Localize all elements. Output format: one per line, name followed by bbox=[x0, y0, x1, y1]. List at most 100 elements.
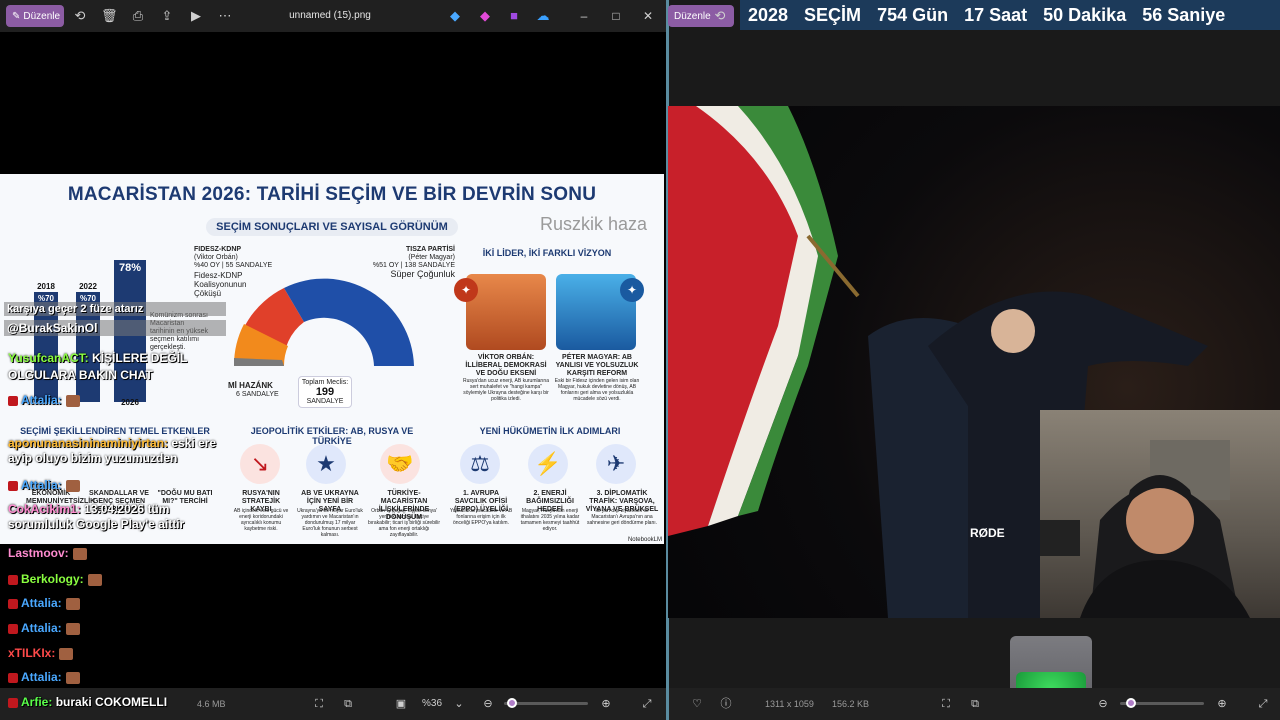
zoom-in-icon[interactable]: ⊕ bbox=[1215, 697, 1229, 711]
delete-icon[interactable]: 🗑 bbox=[101, 8, 118, 24]
orban-text: Rusya'dan ucuz enerji, AB kurumlarına se… bbox=[463, 378, 549, 402]
geopolitics-title: JEOPOLİTİK ETKİLER: AB, RUSYA VE TÜRKİYE bbox=[250, 426, 414, 446]
parliament-unit: SANDALYE bbox=[306, 398, 344, 405]
chat-message: Attalia: bbox=[8, 670, 80, 684]
step-text-1: Yolsuzlukla mücadele ve AB fonlarına eri… bbox=[449, 508, 513, 526]
emote-icon bbox=[72, 547, 87, 560]
emote-icon bbox=[65, 597, 80, 610]
edit-label: Düzenle bbox=[23, 10, 61, 22]
app-icon-1[interactable]: ◆ bbox=[447, 8, 463, 24]
compass-icon: ✦ bbox=[454, 278, 478, 302]
tisza-label: TISZA PARTİSİ bbox=[406, 246, 455, 253]
zoom-in-icon[interactable]: ⊕ bbox=[599, 697, 613, 711]
moderator-badge-icon bbox=[8, 623, 18, 634]
tisza-note: Süper Çoğunluk bbox=[390, 269, 455, 279]
slideshow-icon[interactable]: ▶ bbox=[188, 8, 204, 24]
edit-button[interactable]: ✎ Düzenle bbox=[6, 5, 64, 27]
geo-text-3: Orbán-Erdoğan 'kişisel kimya' yerini kur… bbox=[368, 508, 440, 538]
moderator-badge-icon bbox=[8, 574, 18, 585]
image-dimensions: 1311 x 1059 bbox=[765, 699, 814, 709]
mi-hazank-seats: 6 SANDALYE bbox=[236, 391, 279, 398]
actual-size-icon[interactable]: ▣ bbox=[394, 697, 408, 711]
watermark-text: Ruszkik haza bbox=[540, 214, 648, 234]
streamer-silhouette bbox=[1040, 440, 1250, 618]
eu-ukraine-flag-icon: ★ bbox=[306, 444, 346, 484]
chat-overlay-message: Attalia: bbox=[8, 393, 80, 407]
chat-username: Attalia: bbox=[21, 670, 62, 684]
chevron-down-icon[interactable]: ⌄ bbox=[452, 697, 466, 711]
year-2026: 2026 bbox=[121, 398, 139, 407]
zoom-level[interactable]: %36 bbox=[422, 698, 442, 709]
edit-icon: ✎ bbox=[12, 10, 21, 22]
chat-message: Attalia: bbox=[8, 596, 80, 610]
fit-screen-icon[interactable]: ⛶ bbox=[312, 697, 326, 711]
crop-icon[interactable]: ⧉ bbox=[341, 697, 355, 711]
moderator-badge-icon bbox=[8, 672, 18, 683]
crop-icon[interactable]: ⧉ bbox=[968, 697, 982, 711]
moderator-badge-icon bbox=[8, 697, 18, 708]
zoom-out-icon[interactable]: ⊖ bbox=[1096, 697, 1110, 711]
fidesz-sub: (Viktor Orbán) bbox=[194, 254, 238, 261]
fullscreen-icon[interactable]: ⤢ bbox=[1256, 697, 1270, 711]
moderator-badge-icon bbox=[8, 395, 18, 406]
year-2018-top: 2018 bbox=[37, 282, 55, 291]
chat-username: xTILKIx: bbox=[8, 646, 56, 660]
infographic-title: MACARİSTAN 2026: TARİHİ SEÇİM VE BİR DEV… bbox=[67, 184, 597, 205]
rotate-icon[interactable]: ⟲ bbox=[72, 8, 88, 24]
fit-screen-icon[interactable]: ⛶ bbox=[939, 697, 953, 711]
rotate-icon[interactable]: ⟲ bbox=[712, 8, 728, 24]
countdown-hours: 17 Saat bbox=[964, 4, 1028, 25]
chat-username: YusufcanACT: bbox=[8, 351, 89, 365]
cloud-icon[interactable]: ☁ bbox=[535, 8, 551, 24]
emote-icon bbox=[65, 622, 80, 635]
file-size: 4.6 MB bbox=[197, 699, 226, 709]
chat-overlay-message: aponunanasininaminiyirtan: eski ere ayip… bbox=[8, 436, 218, 466]
microphone bbox=[1040, 520, 1080, 556]
print-icon[interactable]: ⎙ bbox=[130, 8, 146, 24]
info-icon[interactable]: ⓘ bbox=[719, 697, 733, 711]
share-icon[interactable]: ⇪ bbox=[159, 8, 175, 24]
geo-text-1: AB içindeki veto gücü ve enerji koridoru… bbox=[233, 508, 289, 532]
countdown-year: 2028 bbox=[748, 4, 789, 25]
close-icon[interactable]: ✕ bbox=[640, 8, 656, 24]
app-icon-3[interactable]: ■ bbox=[506, 8, 522, 24]
geo-text-2: Ukrayna'ya 90 milyar Euro'luk yardımın v… bbox=[297, 508, 363, 538]
fidesz-note: Fidesz-KDNP Koalisyonunun Çöküşü bbox=[194, 271, 247, 298]
maximize-icon[interactable]: □ bbox=[608, 8, 624, 24]
chat-overlay-line: karşıya geçer 2 füze atarız bbox=[4, 302, 226, 316]
chat-username: Lastmoov: bbox=[8, 546, 69, 560]
emote-icon bbox=[65, 479, 80, 492]
magyar-caption: PÉTER MAGYAR: AB YANLISI VE YOLSUZLUK KA… bbox=[555, 354, 639, 377]
fullscreen-icon[interactable]: ⤢ bbox=[640, 697, 654, 711]
orban-portrait bbox=[466, 274, 546, 350]
emote-icon bbox=[87, 573, 102, 586]
airplane-icon: ✈ bbox=[596, 444, 636, 484]
app-icon-2[interactable]: ◆ bbox=[477, 8, 493, 24]
webcam-overlay: RØDE bbox=[970, 410, 1280, 618]
tisza-sub: (Péter Magyar) bbox=[408, 254, 455, 261]
minimize-icon[interactable]: – bbox=[576, 8, 592, 24]
chat-overlay-message: YusufcanACT: KİŞİLERE DEĞİL OLGULARA BAK… bbox=[8, 350, 208, 384]
chat-message: Attalia: bbox=[8, 621, 80, 635]
zoom-out-icon[interactable]: ⊖ bbox=[481, 697, 495, 711]
power-plug-icon: ⚡ bbox=[528, 444, 568, 484]
document-gavel-icon: ⚖ bbox=[460, 444, 500, 484]
zoom-slider-thumb[interactable] bbox=[1126, 698, 1136, 708]
chat-username: Attalia: bbox=[21, 393, 62, 407]
moderator-badge-icon bbox=[8, 480, 18, 491]
infographic-subtitle: SEÇİM SONUÇLARI VE SAYISAL GÖRÜNÜM bbox=[206, 218, 458, 236]
chat-username: Attalia: bbox=[21, 621, 62, 635]
chat-message: Lastmoov: bbox=[8, 546, 87, 560]
step-text-2: Magyar, Rusya'dan enerji ithalatını 2035… bbox=[520, 508, 580, 532]
falling-chart-icon: ↘ bbox=[240, 444, 280, 484]
handshake-icon: 🤝 bbox=[380, 444, 420, 484]
compass-icon: ✦ bbox=[620, 278, 644, 302]
more-icon[interactable]: ⋯ bbox=[217, 8, 233, 24]
chat-message: Berkology: bbox=[8, 572, 102, 586]
edit-label-right: Düzenle bbox=[674, 10, 711, 22]
emote-icon bbox=[59, 647, 74, 660]
step-text-3: İlk yurt dışı ziyaretleri ile Macaristan… bbox=[586, 508, 658, 526]
chat-overlay-message: Attalia: bbox=[8, 478, 80, 492]
zoom-slider-thumb[interactable] bbox=[507, 698, 517, 708]
heart-icon[interactable]: ♡ bbox=[690, 697, 704, 711]
